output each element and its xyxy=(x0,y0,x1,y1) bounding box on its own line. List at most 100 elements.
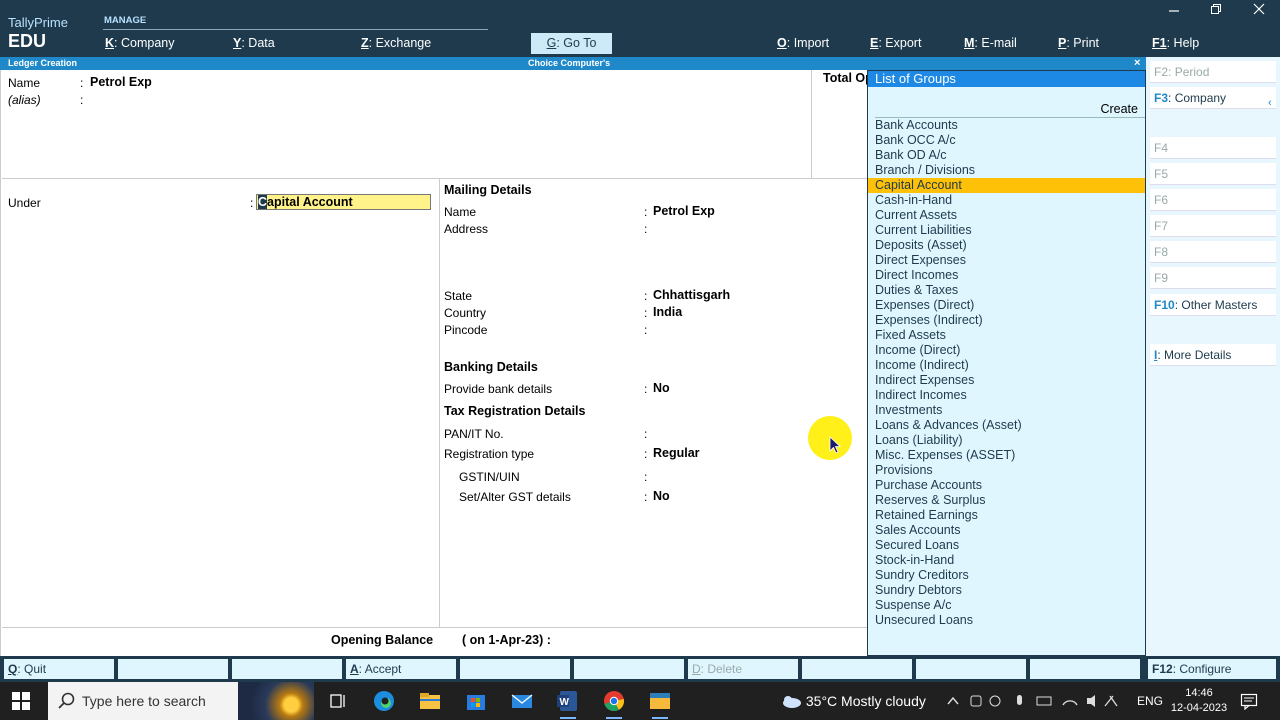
group-list-item[interactable]: Deposits (Asset) xyxy=(868,238,1145,253)
group-list-item[interactable]: Fixed Assets xyxy=(868,328,1145,343)
menu-help[interactable]: F1: Help xyxy=(1152,36,1199,50)
f4-button[interactable]: F4 xyxy=(1150,137,1276,159)
chrome-icon[interactable] xyxy=(601,688,627,719)
word-icon[interactable]: W xyxy=(555,688,581,719)
text-cursor: C xyxy=(258,195,268,209)
group-list-item[interactable]: Bank OD A/c xyxy=(868,148,1145,163)
menu-export[interactable]: E: Export xyxy=(870,36,921,50)
language-indicator[interactable]: ENG xyxy=(1137,694,1163,708)
other-masters-button[interactable]: F10: Other Masters xyxy=(1150,294,1276,316)
microsoft-store-icon[interactable] xyxy=(463,688,489,714)
group-list-item[interactable]: Indirect Expenses xyxy=(868,373,1145,388)
country-colon: : xyxy=(644,306,648,320)
group-list-item[interactable]: Provisions xyxy=(868,463,1145,478)
clock[interactable]: 14:46 12-04-2023 xyxy=(1170,686,1228,716)
group-list-item[interactable]: Direct Incomes xyxy=(868,268,1145,283)
group-list-item[interactable]: Secured Loans xyxy=(868,538,1145,553)
group-list-item[interactable]: Current Assets xyxy=(868,208,1145,223)
set-alter-gst-label: Set/Alter GST details xyxy=(459,490,571,504)
create-group-link[interactable]: Create xyxy=(1100,102,1138,116)
notifications-icon[interactable] xyxy=(1240,692,1258,713)
under-field[interactable]: Capital Account xyxy=(256,194,431,210)
group-list-item[interactable]: Cash-in-Hand xyxy=(868,193,1145,208)
group-list-item[interactable]: Misc. Expenses (ASSET) xyxy=(868,448,1145,463)
menu-import[interactable]: O: Import xyxy=(777,36,829,50)
group-list-item[interactable]: Suspense A/c xyxy=(868,598,1145,613)
delete-button[interactable]: D: Delete xyxy=(688,659,798,679)
group-list-item[interactable]: Sales Accounts xyxy=(868,523,1145,538)
group-list-item[interactable]: Bank OCC A/c xyxy=(868,133,1145,148)
bottom-blank-2 xyxy=(232,659,342,679)
name-field[interactable]: Petrol Exp xyxy=(90,75,152,89)
group-list-item[interactable]: Sundry Creditors xyxy=(868,568,1145,583)
group-list-item[interactable]: Capital Account xyxy=(868,178,1145,193)
quit-button[interactable]: Q: Quit xyxy=(4,659,114,679)
group-list-item[interactable]: Bank Accounts xyxy=(868,118,1145,133)
menu-data[interactable]: Y: Data xyxy=(233,36,275,50)
tray-icons xyxy=(947,695,1118,707)
menu-print[interactable]: P: Print xyxy=(1058,36,1099,50)
group-list-item[interactable]: Indirect Incomes xyxy=(868,388,1145,403)
menu-company[interactable]: K: Company xyxy=(105,36,174,50)
bottom-button-bar: Q: Quit A: Accept D: Delete F12: Configu… xyxy=(0,656,1280,682)
menu-email[interactable]: M: E-mail xyxy=(964,36,1017,50)
collapse-chevron-icon[interactable]: ‹ xyxy=(1268,97,1272,109)
bottom-blank-4 xyxy=(574,659,684,679)
f7-button[interactable]: F7 xyxy=(1150,215,1276,237)
group-list-item[interactable]: Expenses (Direct) xyxy=(868,298,1145,313)
group-list-item[interactable]: Stock-in-Hand xyxy=(868,553,1145,568)
goto-button[interactable]: G: Go To xyxy=(531,33,612,54)
menu-exchange[interactable]: Z: Exchange xyxy=(361,36,431,50)
close-window-icon[interactable] xyxy=(1253,3,1265,18)
tallyprime-icon[interactable] xyxy=(647,688,673,719)
weather-widget[interactable]: 35°C Mostly cloudy xyxy=(780,693,926,709)
top-menu-bar: TallyPrime EDU MANAGE K: Company Y: Data… xyxy=(0,0,1280,57)
task-view-icon[interactable] xyxy=(325,688,351,714)
group-list-item[interactable]: Expenses (Indirect) xyxy=(868,313,1145,328)
file-explorer-icon[interactable] xyxy=(417,688,443,714)
minimize-icon[interactable] xyxy=(1168,3,1180,18)
system-tray[interactable] xyxy=(945,693,1130,712)
gstin-colon: : xyxy=(644,470,648,484)
f8-button[interactable]: F8 xyxy=(1150,241,1276,263)
group-list-item[interactable]: Unsecured Loans xyxy=(868,613,1145,628)
taskbar-search-box[interactable]: Type here to search xyxy=(48,682,314,720)
group-list-item[interactable]: Loans & Advances (Asset) xyxy=(868,418,1145,433)
mail-icon[interactable] xyxy=(509,688,535,714)
period-button[interactable]: F2: Period xyxy=(1150,61,1276,83)
group-list-item[interactable]: Sundry Debtors xyxy=(868,583,1145,598)
set-alter-gst-field[interactable]: No xyxy=(653,489,670,503)
f5-button[interactable]: F5 xyxy=(1150,163,1276,185)
company-button[interactable]: F3: Company xyxy=(1150,87,1276,109)
group-list-item[interactable]: Reserves & Surplus xyxy=(868,493,1145,508)
restore-icon[interactable] xyxy=(1210,3,1222,18)
set-alter-gst-colon: : xyxy=(644,490,648,504)
group-list-item[interactable]: Duties & Taxes xyxy=(868,283,1145,298)
group-list-item[interactable]: Direct Expenses xyxy=(868,253,1145,268)
f6-button[interactable]: F6 xyxy=(1150,189,1276,211)
address-label: Address xyxy=(444,222,489,236)
bank-details-field[interactable]: No xyxy=(653,381,670,395)
group-list-item[interactable]: Current Liabilities xyxy=(868,223,1145,238)
state-field[interactable]: Chhattisgarh xyxy=(653,288,730,302)
configure-button[interactable]: F12: Configure xyxy=(1148,659,1276,679)
group-list-item[interactable]: Loans (Liability) xyxy=(868,433,1145,448)
group-list-item[interactable]: Retained Earnings xyxy=(868,508,1145,523)
group-list-item[interactable]: Income (Indirect) xyxy=(868,358,1145,373)
windows-start-icon[interactable] xyxy=(12,692,30,713)
group-list-item[interactable]: Purchase Accounts xyxy=(868,478,1145,493)
opening-balance-label: Opening Balance xyxy=(331,633,434,647)
edge-browser-icon[interactable] xyxy=(371,688,397,714)
accept-button[interactable]: A: Accept xyxy=(346,659,456,679)
more-details-button[interactable]: I: More Details xyxy=(1150,344,1276,366)
mailing-details-heading: Mailing Details xyxy=(444,183,532,197)
group-list-item[interactable]: Branch / Divisions xyxy=(868,163,1145,178)
close-screen-icon[interactable]: × xyxy=(1134,57,1140,69)
country-field[interactable]: India xyxy=(653,305,682,319)
group-list-item[interactable]: Income (Direct) xyxy=(868,343,1145,358)
registration-type-field[interactable]: Regular xyxy=(653,446,700,460)
alias-colon: : xyxy=(80,93,84,107)
f9-button[interactable]: F9 xyxy=(1150,267,1276,289)
group-list-item[interactable]: Investments xyxy=(868,403,1145,418)
mailing-name-field[interactable]: Petrol Exp xyxy=(653,204,715,218)
